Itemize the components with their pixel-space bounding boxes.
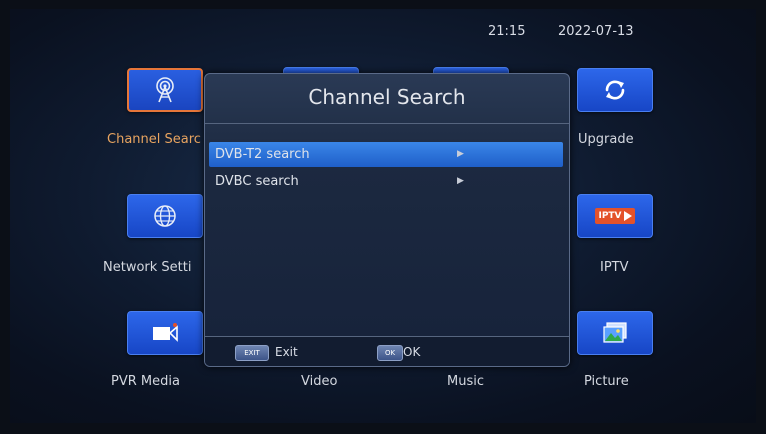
- ok-key-icon[interactable]: OK: [377, 345, 403, 361]
- tile-network-settings-label: Network Setti: [103, 260, 192, 275]
- tile-picture-label: Picture: [584, 374, 629, 389]
- tv-screen: 21:15 2022-07-13 Channel Searc Upgrade N…: [10, 9, 756, 423]
- tile-channel-search[interactable]: [127, 68, 203, 112]
- tile-upgrade-label: Upgrade: [578, 132, 634, 147]
- ok-hint: OK: [403, 345, 421, 359]
- antenna-icon: [156, 77, 174, 103]
- tile-picture[interactable]: [577, 311, 653, 355]
- tile-iptv-label: IPTV: [600, 260, 629, 275]
- submenu-arrow-icon: ▶: [457, 176, 464, 186]
- exit-hint: Exit: [275, 345, 298, 359]
- tile-upgrade[interactable]: [577, 68, 653, 112]
- submenu-arrow-icon: ▶: [457, 149, 464, 159]
- exit-key-icon[interactable]: EXIT: [235, 345, 269, 361]
- clock-time: 21:15: [488, 24, 526, 39]
- dialog-title: Channel Search: [308, 85, 466, 109]
- iptv-icon-text: IPTV: [598, 211, 622, 221]
- current-date: 2022-07-13: [558, 24, 634, 39]
- dialog-footer: EXIT Exit OK OK: [205, 336, 569, 366]
- play-triangle-icon: [623, 211, 632, 221]
- tile-pvr-media[interactable]: [127, 311, 203, 355]
- tile-video-label[interactable]: Video: [301, 374, 337, 389]
- tile-channel-search-label: Channel Searc: [107, 132, 201, 147]
- tile-iptv[interactable]: IPTV: [577, 194, 653, 238]
- picture-icon: [603, 322, 627, 343]
- menu-item-dvb-t2-search[interactable]: DVB-T2 search ▶: [209, 142, 563, 167]
- iptv-icon: IPTV: [595, 208, 635, 224]
- menu-item-label: DVBC search: [215, 174, 299, 189]
- refresh-icon: [605, 80, 625, 100]
- tile-music-label[interactable]: Music: [447, 374, 484, 389]
- menu-item-dvbc-search[interactable]: DVBC search ▶: [209, 169, 563, 194]
- globe-icon: [154, 205, 176, 227]
- channel-search-dialog: Channel Search DVB-T2 search ▶ DVBC sear…: [204, 73, 570, 367]
- menu-item-label: DVB-T2 search: [215, 147, 310, 162]
- video-camera-icon: [153, 323, 178, 342]
- dialog-divider: [205, 123, 569, 124]
- tile-network-settings[interactable]: [127, 194, 203, 238]
- tile-pvr-media-label: PVR Media: [111, 374, 180, 389]
